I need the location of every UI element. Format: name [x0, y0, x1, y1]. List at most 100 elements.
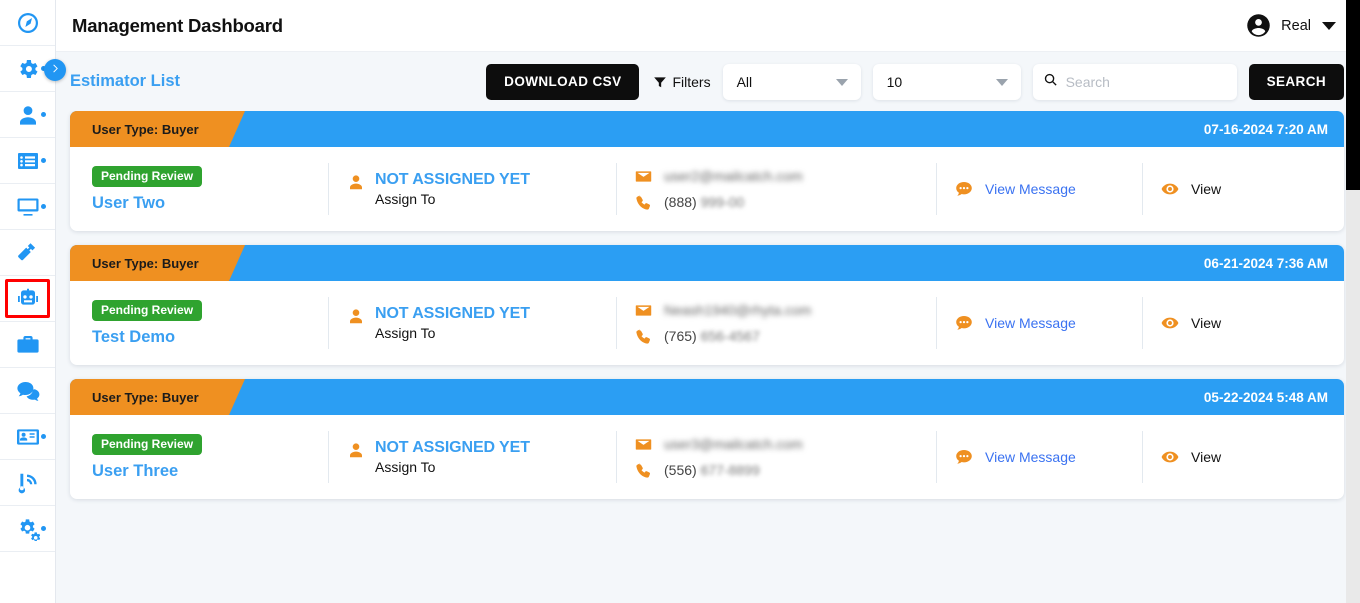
card-date: 05-22-2024 5:48 AM: [1203, 389, 1328, 405]
view-message-action[interactable]: View Message: [955, 448, 1124, 466]
view-message-action[interactable]: View Message: [955, 314, 1124, 332]
sidebar-item-badge-dot: [41, 434, 46, 439]
view-message-action[interactable]: View Message: [955, 180, 1124, 198]
card-date: 07-16-2024 7:20 AM: [1203, 121, 1328, 137]
account-circle-icon: [1245, 12, 1272, 39]
assigned-status[interactable]: NOT ASSIGNED YET: [375, 439, 530, 457]
sidebar-item-contacts[interactable]: [0, 414, 55, 460]
page-scrollbar[interactable]: [1346, 0, 1360, 603]
view-column: View: [1142, 163, 1344, 215]
toolbar: Estimator List DOWNLOAD CSV Filters All …: [56, 52, 1360, 111]
phone-row: (888) 999-00: [635, 189, 918, 215]
page-size-select[interactable]: 10: [872, 63, 1021, 100]
app-root: Management Dashboard Real Estimator List…: [0, 0, 1360, 603]
sidebar-item-badge-dot: [41, 112, 46, 117]
sidebar-item-list[interactable]: [0, 138, 55, 184]
message-column: View Message: [936, 163, 1142, 215]
card-body: Pending Review Test Demo NOT ASSIGNED YE…: [70, 281, 1344, 365]
card-body: Pending Review User Three NOT ASSIGNED Y…: [70, 415, 1344, 499]
chevron-down-icon: [995, 78, 1008, 86]
estimator-card: User Type: Buyer 06-21-2024 7:36 AM Pend…: [70, 245, 1344, 365]
person-icon: [16, 103, 40, 127]
email-row: user2@mailcatch.com: [635, 163, 918, 189]
search-box[interactable]: [1032, 63, 1237, 100]
chevron-down-icon: [835, 78, 848, 86]
envelope-icon: [635, 168, 652, 185]
email-value: user2@mailcatch.com: [664, 168, 803, 184]
phone-value: (888) 999-00: [664, 194, 745, 210]
view-action[interactable]: View: [1161, 448, 1326, 466]
chevron-down-icon[interactable]: [1322, 21, 1336, 30]
view-action[interactable]: View: [1161, 314, 1326, 332]
name-column: Pending Review User Three: [70, 431, 328, 483]
search-button[interactable]: SEARCH: [1248, 63, 1344, 100]
chat-icon: [955, 180, 973, 198]
sidebar-item-messages[interactable]: [0, 368, 55, 414]
phone-value: (765) 656-4567: [664, 328, 760, 344]
phone-icon: [635, 462, 652, 479]
sidebar-item-briefcase[interactable]: [0, 322, 55, 368]
chat-icon: [955, 314, 973, 332]
search-input[interactable]: [1065, 73, 1227, 90]
assign-column: NOT ASSIGNED YET Assign To: [328, 297, 616, 349]
sidebar-toggle-button[interactable]: [44, 59, 66, 81]
filter-select[interactable]: All: [722, 63, 861, 100]
robot-icon: [16, 287, 40, 311]
filters-label: Filters: [672, 73, 711, 90]
top-bar: Management Dashboard Real: [56, 0, 1360, 52]
view-label: View: [1191, 181, 1222, 197]
filter-select-value: All: [736, 73, 753, 90]
assigned-status[interactable]: NOT ASSIGNED YET: [375, 305, 530, 323]
view-action[interactable]: View: [1161, 180, 1326, 198]
status-badge: Pending Review: [92, 299, 203, 321]
envelope-icon: [635, 302, 652, 319]
user-menu[interactable]: Real: [1245, 12, 1342, 39]
list-box-icon: [16, 149, 40, 173]
view-message-label: View Message: [985, 315, 1076, 331]
phone-row: (556) 677-8899: [635, 457, 918, 483]
download-csv-button[interactable]: DOWNLOAD CSV: [486, 63, 640, 100]
card-body: Pending Review User Two NOT ASSIGNED YET…: [70, 147, 1344, 231]
id-card-icon: [16, 425, 40, 449]
contact-column: Neash1940@rhyta.com (765) 656-4567: [616, 297, 936, 349]
assign-to-label: Assign To: [375, 459, 436, 475]
user-name: Real: [1281, 17, 1311, 34]
user-name-link[interactable]: User Three: [92, 462, 310, 481]
sidebar-item-monitor[interactable]: [0, 184, 55, 230]
view-label: View: [1191, 315, 1222, 331]
person-icon: [347, 305, 365, 325]
contact-column: user2@mailcatch.com (888) 999-00: [616, 163, 936, 215]
sidebar-item-estimator[interactable]: [0, 276, 55, 322]
sidebar-item-badge-dot: [41, 158, 46, 163]
assign-to-label: Assign To: [375, 191, 436, 207]
scrollbar-thumb[interactable]: [1346, 0, 1360, 190]
person-icon: [347, 439, 365, 459]
user-name-link[interactable]: Test Demo: [92, 328, 310, 347]
sidebar-item-users[interactable]: [0, 92, 55, 138]
sidebar-item-dashboard[interactable]: [0, 0, 55, 46]
sidebar-item-tools[interactable]: [0, 230, 55, 276]
estimator-card: User Type: Buyer 07-16-2024 7:20 AM Pend…: [70, 111, 1344, 231]
sidebar-item-badge-dot: [41, 526, 46, 531]
sidebar-item-config[interactable]: [0, 506, 55, 552]
assign-column: NOT ASSIGNED YET Assign To: [328, 431, 616, 483]
card-header: User Type: Buyer 06-21-2024 7:36 AM: [70, 245, 1344, 281]
speedometer-icon: [16, 11, 40, 35]
assigned-status[interactable]: NOT ASSIGNED YET: [375, 171, 530, 189]
user-name-link[interactable]: User Two: [92, 194, 310, 213]
view-message-label: View Message: [985, 449, 1076, 465]
view-column: View: [1142, 297, 1344, 349]
status-badge: Pending Review: [92, 165, 203, 187]
page-title: Management Dashboard: [72, 14, 283, 36]
monitor-icon: [16, 195, 40, 219]
eye-icon: [1161, 314, 1179, 332]
chevron-right-icon: [50, 63, 61, 77]
filters-control[interactable]: Filters: [653, 73, 711, 90]
hammer-icon: [16, 241, 40, 265]
sidebar-item-broadcast[interactable]: [0, 460, 55, 506]
message-column: View Message: [936, 297, 1142, 349]
eye-icon: [1161, 448, 1179, 466]
message-column: View Message: [936, 431, 1142, 483]
briefcase-icon: [16, 333, 40, 357]
contact-column: user3@mailcatch.com (556) 677-8899: [616, 431, 936, 483]
